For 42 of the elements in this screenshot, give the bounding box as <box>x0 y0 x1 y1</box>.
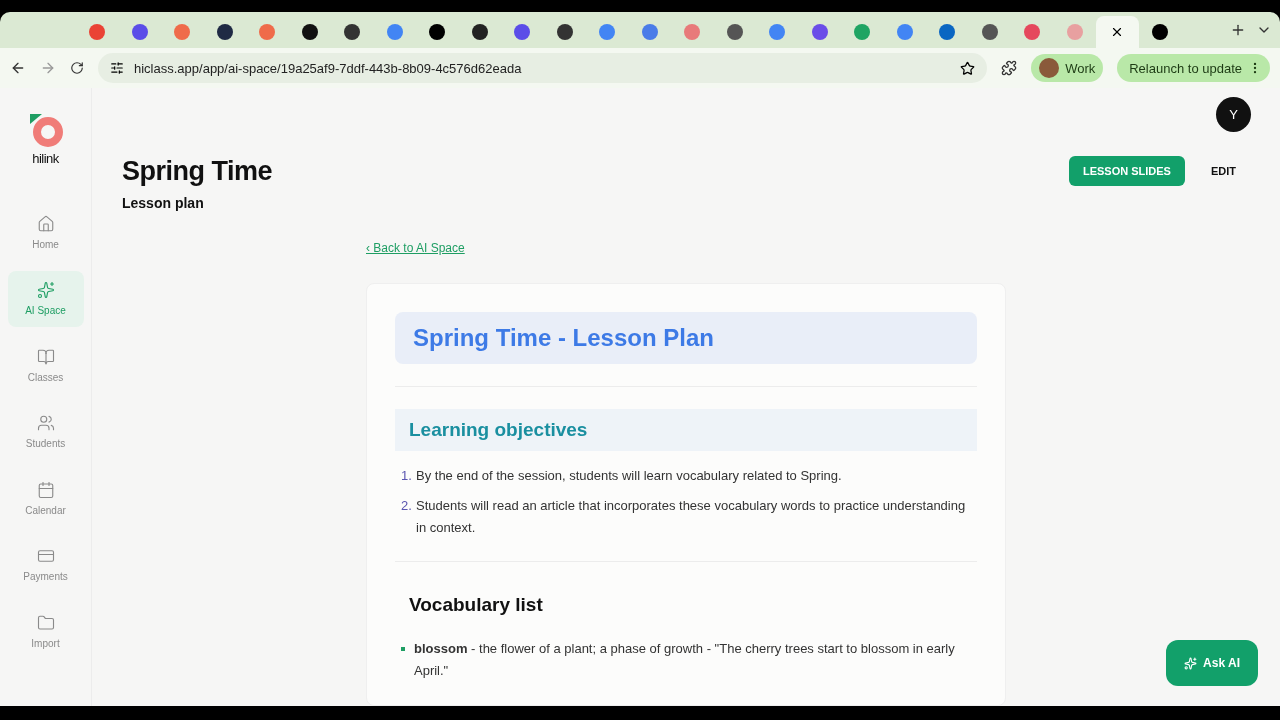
nav-item[interactable]: AI Space <box>7 270 84 327</box>
slides-button[interactable]: LESSON SLIDES <box>1068 156 1185 186</box>
bullet-icon <box>401 647 405 651</box>
list-number: 2. <box>401 497 411 515</box>
site-settings-icon[interactable] <box>110 61 124 75</box>
sparkle-icon <box>36 281 55 300</box>
section-heading: Vocabulary list <box>408 593 544 616</box>
document-title: Spring Time - Lesson Plan <box>395 312 977 364</box>
vocabulary-text: blossom - the flower of a plant; a phase of growth - "The cherry trees start to blossom in early April." <box>414 640 956 680</box>
ask-ai-button[interactable]: Ask AI <box>1166 640 1258 686</box>
list-number: 1. <box>401 467 411 485</box>
logo-text: hilink <box>32 151 59 166</box>
objective-text: By the end of the session, students will learn vocabulary related to Spring. <box>416 467 842 485</box>
star-icon[interactable] <box>960 60 976 76</box>
relaunch-button[interactable]: Relaunch to update <box>1117 54 1270 82</box>
back-link[interactable]: ‹ Back to AI Space <box>366 241 465 255</box>
section-heading: Learning objectives <box>395 409 977 451</box>
people-icon <box>36 414 55 433</box>
nav-item[interactable]: Import <box>7 603 84 660</box>
book-icon <box>36 347 55 366</box>
nav-item[interactable]: Home <box>7 204 84 260</box>
puzzle-icon[interactable] <box>1001 60 1018 76</box>
user-avatar[interactable]: Y <box>1216 96 1251 132</box>
page-subtitle: Lesson plan <box>122 195 205 211</box>
nav-item[interactable]: Payments <box>7 536 84 593</box>
edit-button[interactable]: EDIT <box>1196 156 1250 186</box>
address-bar[interactable]: hiclass.app/app/ai-space/19a25af9-7ddf-443b-8b09-4c576d62eada <box>98 53 988 83</box>
nav-item[interactable]: Classes <box>7 337 84 394</box>
home-icon <box>36 214 55 233</box>
objective-text: Students will read an article that incorporates these vocabulary words to practice understanding in context. <box>416 497 967 537</box>
reload-icon[interactable] <box>70 61 84 75</box>
nav-item[interactable]: Calendar <box>7 470 84 527</box>
folder-icon <box>36 614 55 633</box>
back-icon[interactable] <box>10 60 26 76</box>
sparkle-icon <box>1184 656 1198 670</box>
nav-item[interactable]: Students <box>7 403 84 460</box>
calendar-icon <box>36 480 55 499</box>
page-title: Spring Time <box>122 156 273 187</box>
avatar-icon <box>1039 58 1060 78</box>
new-tab-icon[interactable] <box>1230 22 1246 38</box>
profile-button[interactable]: Work <box>1031 54 1104 82</box>
logo-icon <box>27 114 64 148</box>
